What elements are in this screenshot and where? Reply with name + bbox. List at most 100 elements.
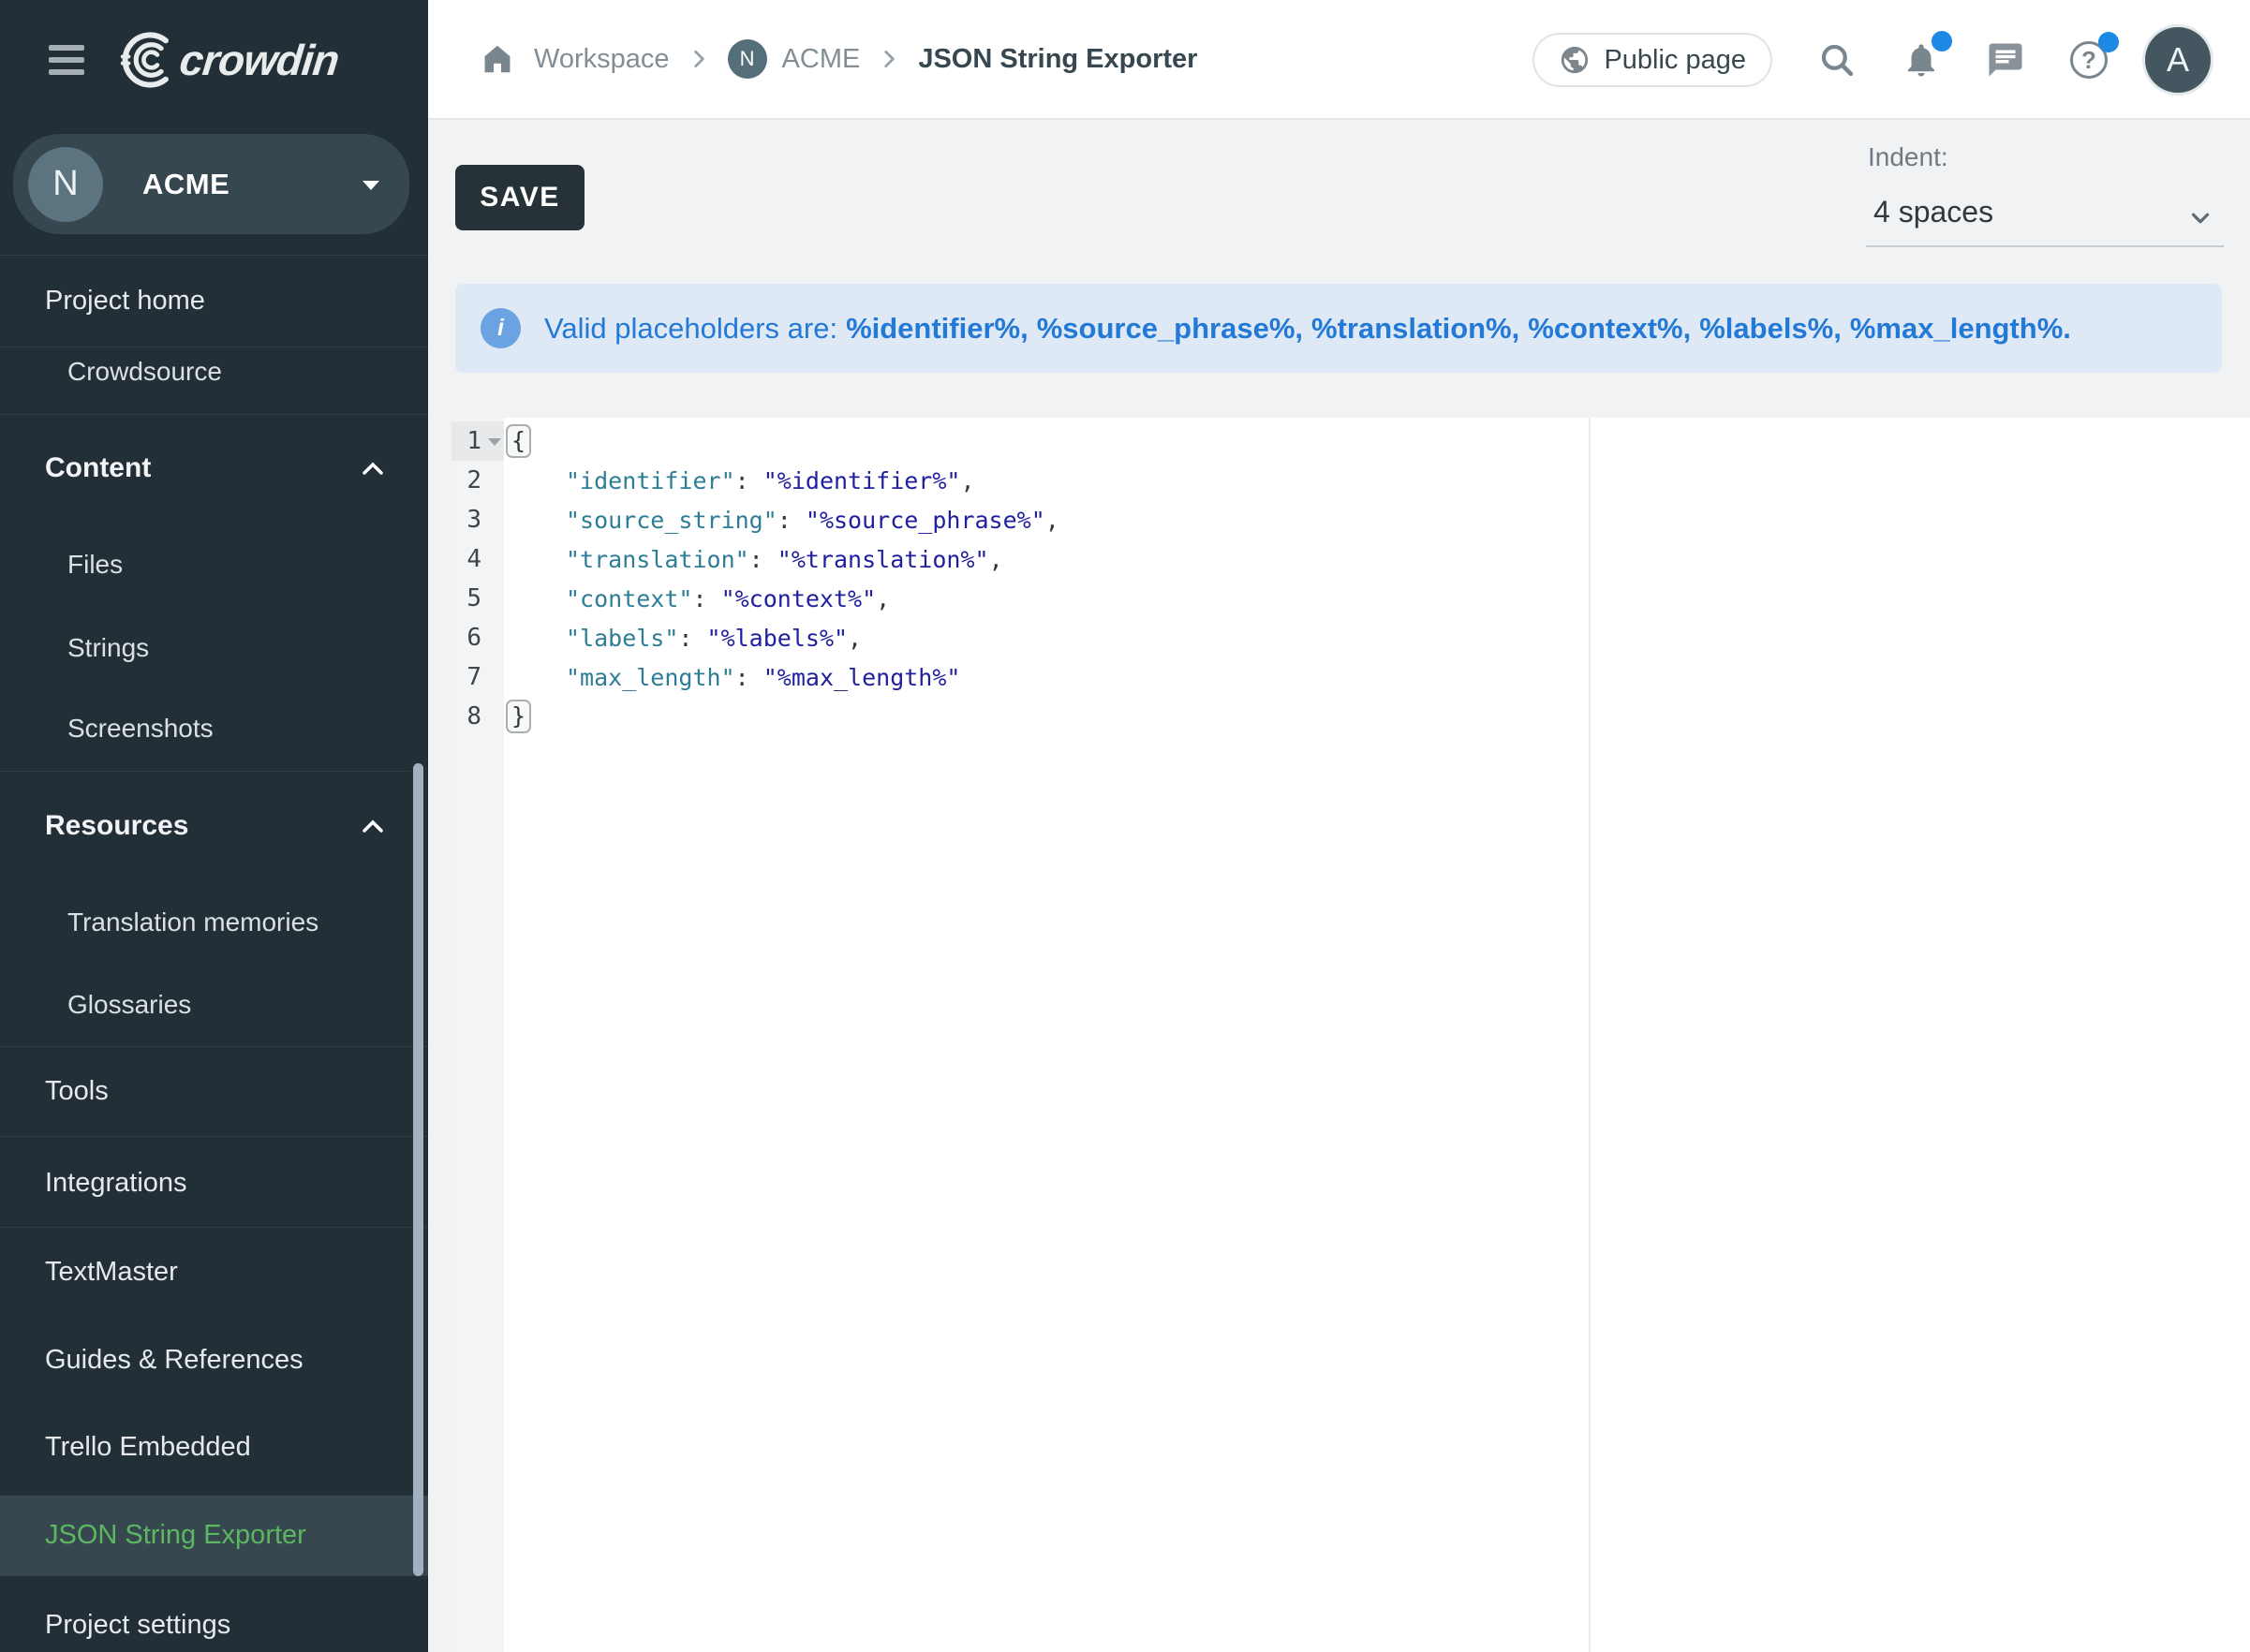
banner-text: Valid placeholders are: %identifier%,%sou…	[544, 312, 2071, 346]
code-text[interactable]: "max_length": "%max_length%"	[504, 664, 960, 691]
org-name: ACME	[142, 168, 229, 201]
help-notification-dot	[2098, 32, 2119, 52]
notification-dot	[1932, 31, 1952, 52]
indent-select[interactable]: 4 spaces	[1866, 184, 2224, 247]
code-text[interactable]: }	[504, 700, 531, 733]
save-button[interactable]: SAVE	[455, 165, 585, 230]
sidebar-item-project-home[interactable]: Project home	[45, 281, 205, 320]
code-line: 7 "max_length": "%max_length%"	[451, 657, 2250, 697]
line-number[interactable]: 3	[451, 500, 504, 539]
sidebar-item-guides-references[interactable]: Guides & References	[45, 1340, 303, 1379]
user-avatar[interactable]: A	[2145, 27, 2211, 93]
section-label: Content	[45, 452, 151, 483]
sidebar-item-trello-embedded[interactable]: Trello Embedded	[45, 1427, 251, 1467]
org-avatar: N	[28, 147, 103, 222]
line-number[interactable]: 5	[451, 579, 504, 618]
info-banner: i Valid placeholders are: %identifier%,%s…	[455, 284, 2222, 373]
sidebar-item-json-string-exporter[interactable]: JSON String Exporter	[0, 1496, 428, 1575]
sidebar-item-crowdsource[interactable]: Crowdsource	[67, 352, 222, 391]
divider	[0, 1046, 428, 1047]
divider	[0, 1136, 428, 1137]
sidebar-item-project-settings[interactable]: Project settings	[45, 1605, 230, 1645]
sidebar-section-content[interactable]: Content	[45, 449, 151, 488]
section-label: Resources	[45, 810, 188, 841]
sidebar-header: crowdin	[0, 0, 428, 120]
sidebar-section-resources[interactable]: Resources	[45, 806, 188, 846]
divider	[0, 771, 411, 772]
placeholder-max-length: %max_length%.	[1850, 312, 2071, 345]
placeholder-source-phrase: %source_phrase%,	[1037, 312, 1303, 345]
breadcrumb-workspace[interactable]: Workspace	[534, 44, 670, 75]
line-number[interactable]: 8	[451, 697, 504, 736]
sidebar-scrollbar[interactable]	[413, 763, 423, 1576]
sidebar-item-textmaster[interactable]: TextMaster	[45, 1252, 178, 1291]
breadcrumb-project-avatar: N	[728, 39, 767, 79]
help-icon[interactable]: ?	[2070, 41, 2108, 79]
code-line: 2 "identifier": "%identifier%",	[451, 461, 2250, 500]
indent-control: Indent: 4 spaces	[1866, 120, 2224, 251]
chevron-right-icon	[687, 47, 711, 71]
banner-prefix: Valid placeholders are:	[544, 312, 837, 345]
sidebar-item-files[interactable]: Files	[67, 545, 123, 584]
sidebar-item-integrations[interactable]: Integrations	[45, 1163, 187, 1202]
sidebar-item-screenshots[interactable]: Screenshots	[67, 709, 214, 748]
code-text[interactable]: {	[504, 424, 531, 458]
breadcrumb-project[interactable]: ACME	[782, 44, 861, 75]
code-text[interactable]: "translation": "%translation%",	[504, 546, 1003, 573]
code-text[interactable]: "labels": "%labels%",	[504, 625, 862, 652]
placeholder-context: %context%,	[1528, 312, 1691, 345]
sidebar-item-tools[interactable]: Tools	[45, 1071, 109, 1111]
chevron-down-icon	[2186, 204, 2214, 232]
sidebar-item-glossaries[interactable]: Glossaries	[67, 985, 191, 1025]
caret-down-icon	[363, 181, 379, 190]
code-line: 3 "source_string": "%source_phrase%",	[451, 500, 2250, 539]
code-fold-icon[interactable]	[488, 438, 501, 446]
placeholder-identifier: %identifier%,	[846, 312, 1029, 345]
notifications-bell-icon[interactable]	[1902, 40, 1941, 80]
chevron-up-icon[interactable]	[363, 462, 383, 475]
code-line: 5 "context": "%context%",	[451, 579, 2250, 618]
sidebar-item-translation-memories[interactable]: Translation memories	[67, 903, 318, 942]
line-number[interactable]: 4	[451, 539, 504, 579]
editor-lines: 1 { 2 "identifier": "%identifier%", 3 "s…	[451, 421, 2250, 736]
code-line: 6 "labels": "%labels%",	[451, 618, 2250, 657]
app-root: crowdin N ACME Project home Crowdsource …	[0, 0, 2250, 1652]
line-number[interactable]: 7	[451, 657, 504, 697]
crowdin-mark-icon	[116, 31, 174, 89]
line-number[interactable]: 6	[451, 618, 504, 657]
code-text[interactable]: "source_string": "%source_phrase%",	[504, 507, 1059, 534]
placeholder-translation: %translation%,	[1311, 312, 1519, 345]
code-line: 1 {	[451, 421, 2250, 461]
code-text[interactable]: "context": "%context%",	[504, 585, 890, 612]
menu-icon[interactable]	[49, 45, 84, 75]
line-number[interactable]: 1	[451, 421, 504, 461]
chevron-up-icon[interactable]	[363, 819, 383, 833]
messages-icon[interactable]	[1986, 40, 2025, 80]
crowdin-logo-text: crowdin	[177, 35, 341, 85]
topbar-actions: Public page ? A	[1532, 0, 2211, 120]
house-icon[interactable]	[480, 41, 515, 77]
public-page-label: Public page	[1604, 45, 1746, 76]
code-text[interactable]: "identifier": "%identifier%",	[504, 467, 975, 494]
crowdin-logo[interactable]: crowdin	[116, 31, 338, 89]
divider	[0, 414, 428, 415]
code-line: 4 "translation": "%translation%",	[451, 539, 2250, 579]
divider	[0, 1575, 428, 1576]
globe-icon	[1559, 44, 1591, 76]
info-icon: i	[481, 308, 521, 348]
breadcrumb-current-page: JSON String Exporter	[918, 44, 1197, 75]
public-page-button[interactable]: Public page	[1532, 33, 1772, 87]
code-editor[interactable]: 1 { 2 "identifier": "%identifier%", 3 "s…	[451, 418, 2250, 1652]
divider	[0, 1227, 428, 1228]
indent-selected-value: 4 spaces	[1873, 195, 1993, 229]
placeholder-labels: %labels%,	[1699, 312, 1842, 345]
org-selector[interactable]: N ACME	[13, 134, 409, 234]
main-content: SAVE Indent: 4 spaces i Valid placeholde…	[428, 120, 2250, 1652]
line-number[interactable]: 2	[451, 461, 504, 500]
breadcrumb: Workspace N ACME JSON String Exporter	[480, 39, 1197, 79]
active-item-label: JSON String Exporter	[45, 1496, 306, 1575]
chevron-right-icon	[877, 47, 901, 71]
code-line: 8 }	[451, 697, 2250, 736]
search-icon[interactable]	[1817, 40, 1857, 80]
sidebar-item-strings[interactable]: Strings	[67, 628, 149, 668]
